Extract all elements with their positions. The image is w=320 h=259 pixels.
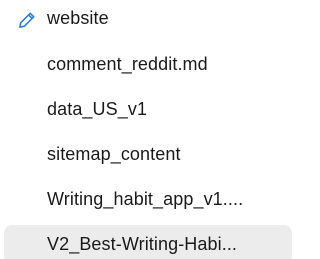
- file-item-label: data_US_v1: [47, 99, 148, 119]
- file-item-label: V2_Best-Writing-Habi...: [47, 234, 238, 254]
- file-item-data-us[interactable]: data_US_v1: [4, 90, 292, 130]
- file-item-comment-reddit[interactable]: comment_reddit.md: [4, 45, 292, 85]
- file-item-writing-habit-app[interactable]: Writing_habit_app_v1....: [4, 180, 292, 220]
- file-list: website comment_reddit.md data_US_v1 sit…: [0, 0, 296, 259]
- file-item-website[interactable]: website: [4, 0, 292, 40]
- file-item-label: sitemap_content: [47, 144, 181, 164]
- pencil-icon: [19, 12, 35, 28]
- file-item-label: comment_reddit.md: [47, 54, 208, 74]
- file-item-label: website: [47, 8, 109, 28]
- file-item-v2-best-writing-habit[interactable]: V2_Best-Writing-Habi...: [4, 225, 292, 259]
- file-item-sitemap-content[interactable]: sitemap_content: [4, 135, 292, 175]
- file-item-label: Writing_habit_app_v1....: [47, 189, 244, 209]
